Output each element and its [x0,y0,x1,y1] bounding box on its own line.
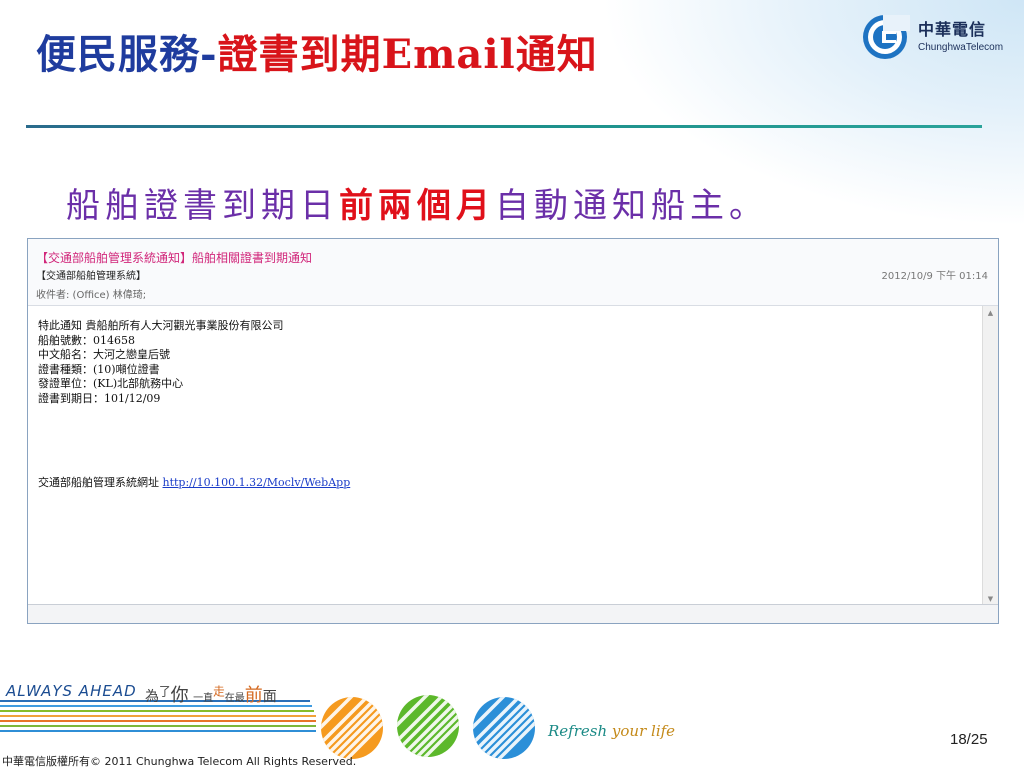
slogan-part: 走 [213,684,225,699]
system-url-link[interactable]: http://10.100.1.32/Moclv/WebApp [163,476,351,489]
email-recipients[interactable]: 收件者: (Office) 林偉琦; [36,286,146,301]
title-part-1: 便民服務- [36,31,218,78]
slide-subtitle: 船舶證書到期日前兩個月自動通知船主。 [66,178,768,227]
email-scrollbar[interactable]: ▲ ▼ [982,306,998,606]
email-date: 2012/10/9 下午 01:14 [881,271,988,282]
slogan-text: 為了你 一直走在最前面 [145,681,277,707]
body-line: 證書種類：(10)噸位證書 [38,362,160,376]
system-url-label: 交通部船舶管理系統網址 [38,476,159,489]
email-body-text: 特此通知 貴船舶所有人大河觀光事業股份有限公司 船舶號數：014658 中文船名… [38,319,284,406]
subtitle-highlight: 前兩個月 [339,186,495,226]
slogan-part: 一直 [193,693,214,704]
scroll-up-icon[interactable]: ▲ [983,306,998,320]
email-subject: 【交通部船舶管理系統通知】船舶相關證書到期通知 [36,251,313,265]
copyright-notice: 中華電信版權所有© 2011 Chunghwa Telecom All Righ… [2,755,357,768]
system-url-line: 交通部船舶管理系統網址 http://10.100.1.32/Moclv/Web… [38,474,350,490]
logo-en-text: ChunghwaTelecom [918,42,1004,53]
slogan-part: 了 [159,684,171,699]
email-header: 【交通部船舶管理系統通知】船舶相關證書到期通知 【交通部船舶管理系統】 2012… [28,239,998,306]
title-divider [26,125,982,128]
email-footer-bar [28,604,998,623]
slogan-part: 為 [145,689,159,705]
email-body[interactable]: 特此通知 貴船舶所有人大河觀光事業股份有限公司 船舶號數：014658 中文船名… [28,306,998,606]
striped-balls-graphic [321,695,535,759]
slogan-part: 面 [262,689,277,705]
refresh-tagline: Refresh your life [548,722,675,740]
logo-cn-text: 中華電信 [918,20,987,39]
body-line: 證書到期日：101/12/09 [38,391,161,405]
chunghwa-telecom-logo: 中華電信 ChunghwaTelecom [860,12,1010,62]
slogan-part: 你 [170,685,189,706]
email-window: 【交通部船舶管理系統通知】船舶相關證書到期通知 【交通部船舶管理系統】 2012… [27,238,999,624]
refresh-rest: your life [611,722,676,740]
refresh-word: Refresh [548,722,608,740]
body-line: 船舶號數：014658 [38,333,135,347]
body-line: 發證單位：(KL)北部航務中心 [38,377,184,390]
subtitle-post: 自動通知船主。 [495,186,768,226]
body-line: 特此通知 貴船舶所有人大河觀光事業股份有限公司 [38,319,284,332]
chunghwa-logo-icon [863,15,910,59]
always-ahead-logo: ALWAYS AHEAD [6,682,137,700]
email-sender[interactable]: 【交通部船舶管理系統】 [36,267,146,282]
body-line: 中文船名：大河之戀皇后號 [38,348,170,361]
slogan-part: 前 [244,685,263,706]
title-part-2: 證書到期Email通知 [217,31,598,78]
slogan-part: 在最 [224,693,245,704]
subtitle-pre: 船舶證書到期日 [66,186,339,226]
page-number: 18/25 [950,731,988,748]
slide-title: 便民服務-證書到期Email通知 [36,22,598,80]
